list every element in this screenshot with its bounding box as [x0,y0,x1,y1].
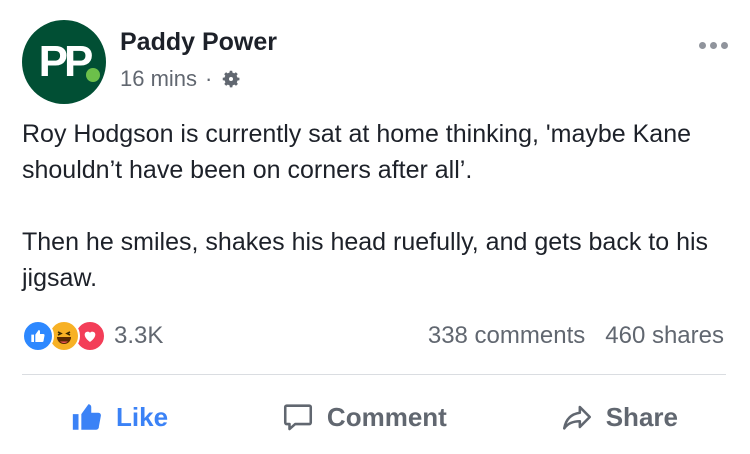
like-button[interactable]: Like [22,400,216,434]
gear-icon[interactable] [220,68,242,90]
like-label: Like [116,401,169,432]
meta-separator: · [205,66,213,91]
more-dot [699,42,706,49]
post-meta: 16 mins · [120,64,242,94]
more-dot [710,42,717,49]
comment-button[interactable]: Comment [233,400,495,434]
shares-count-link[interactable]: 460 shares [605,322,724,350]
page-name-link[interactable]: Paddy Power [120,28,277,57]
like-reaction-icon [22,320,54,352]
thumbs-up-icon [72,404,101,430]
action-bar: Like Comment Share [22,384,726,450]
page-avatar[interactable]: PP [22,20,106,104]
share-label: Share [605,401,678,432]
post-paragraph: Then he smiles, shakes his head ruefully… [22,228,709,292]
more-dot [721,42,728,49]
reaction-count: 3.3K [114,322,164,349]
divider [22,374,726,375]
share-arrow-icon [562,405,591,430]
comment-label: Comment [326,401,447,432]
avatar-logo-text: PP [38,37,94,86]
avatar-accent-dot [86,68,100,82]
engagement-counts: 338 comments 460 shares [428,318,724,354]
speech-bubble-icon [283,404,312,431]
reactions-summary[interactable]: 3.3K [22,318,163,354]
more-options-icon[interactable] [699,42,728,49]
post-paragraph: Roy Hodgson is currently sat at home thi… [22,120,692,184]
comments-count-link[interactable]: 338 comments [428,322,585,350]
share-button[interactable]: Share [512,400,726,434]
post-timestamp[interactable]: 16 mins [120,66,197,92]
post-message: Roy Hodgson is currently sat at home thi… [22,116,722,296]
post-card: PP Paddy Power 16 mins · Roy Hodgson is … [0,0,750,454]
